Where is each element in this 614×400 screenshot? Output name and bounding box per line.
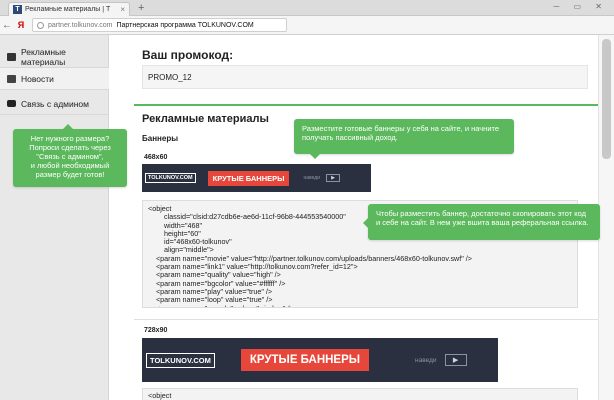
monitor-icon — [7, 52, 16, 61]
custom-size-tip: Нет нужного размера? Попроси сделать чер… — [13, 124, 127, 187]
back-arrow-icon[interactable]: ← — [0, 20, 14, 31]
sidebar-item-label: Связь с админом — [21, 98, 90, 109]
sidebar-item-label: Рекламные материалы — [21, 46, 66, 67]
promo-heading: Ваш промокод: — [142, 48, 234, 62]
ad-materials-heading: Рекламные материалы — [142, 113, 269, 125]
site-info-icon[interactable] — [37, 21, 44, 29]
place-banners-tip: Разместите готовые баннеры у себя на сай… — [294, 119, 514, 159]
yandex-logo-icon[interactable]: Я — [14, 20, 28, 30]
banner-size-label: 728x90 — [144, 327, 168, 334]
banner-code-728x90[interactable]: <object — [142, 388, 578, 400]
banner-slogan: КРУТЫЕ БАННЕРЫ — [240, 349, 370, 371]
separator — [134, 319, 598, 320]
banner-728x90[interactable]: TOLKUNOV.COM КРУТЫЕ БАННЕРЫ наведи ▶ — [142, 338, 498, 382]
sidebar: Рекламные материалы Новости Связь с адми… — [0, 35, 109, 400]
address-page-title: Партнерская программа TOLKUNOV.COM — [116, 21, 254, 29]
address-bar[interactable]: partner.tolkunov.com Партнерская програм… — [32, 18, 287, 32]
site-favicon-icon: T — [13, 5, 22, 14]
tab-title: Рекламные материалы | Т — [25, 6, 111, 13]
copy-code-tip-text: Чтобы разместить баннер, достаточно скоп… — [376, 209, 589, 227]
banner-hover-hint: наведи — [415, 356, 437, 364]
browser-toolbar: ← Я partner.tolkunov.com Партнерская про… — [0, 16, 614, 35]
sidebar-item-contact-admin[interactable]: Связь с админом — [0, 93, 109, 115]
banner-logo: TOLKUNOV.COM — [146, 352, 215, 368]
new-tab-button[interactable]: + — [138, 2, 144, 14]
scrollbar[interactable] — [598, 35, 614, 400]
address-domain: partner.tolkunov.com — [48, 21, 113, 29]
banner-hover-hint: наведи — [303, 175, 321, 181]
scrollbar-thumb[interactable] — [602, 39, 611, 159]
section-divider — [134, 104, 598, 106]
banners-heading: Баннеры — [142, 134, 179, 143]
sidebar-item-news[interactable]: Новости — [0, 68, 109, 90]
copy-code-tip: Чтобы разместить баннер, достаточно скоп… — [363, 204, 600, 240]
browser-tab[interactable]: T Рекламные материалы | Т × — [8, 2, 130, 16]
custom-size-tip-text: Нет нужного размера? Попроси сделать чер… — [29, 134, 111, 179]
newspaper-icon — [7, 74, 16, 83]
play-icon: ▶ — [444, 354, 467, 366]
sidebar-item-ad-materials[interactable]: Рекламные материалы — [0, 46, 109, 68]
promo-code-field[interactable]: PROMO_12 — [142, 65, 588, 89]
banner-slogan: КРУТЫЕ БАННЕРЫ — [207, 170, 290, 186]
promo-code-value: PROMO_12 — [148, 72, 192, 82]
close-tab-icon[interactable]: × — [120, 5, 125, 14]
banner-468x60[interactable]: TOLKUNOV.COM КРУТЫЕ БАННЕРЫ наведи ▶ — [142, 164, 371, 192]
chat-icon — [7, 100, 16, 107]
banner-logo: TOLKUNOV.COM — [145, 173, 196, 183]
place-banners-tip-text: Разместите готовые баннеры у себя на сай… — [302, 124, 500, 142]
browser-tabbar: T Рекламные материалы | Т × + ─ ▭ ✕ — [0, 0, 614, 16]
sidebar-item-label: Новости — [21, 73, 54, 84]
play-icon: ▶ — [326, 174, 341, 182]
banner-size-label: 468x60 — [144, 154, 168, 161]
window-controls[interactable]: ─ ▭ ✕ — [554, 2, 608, 11]
